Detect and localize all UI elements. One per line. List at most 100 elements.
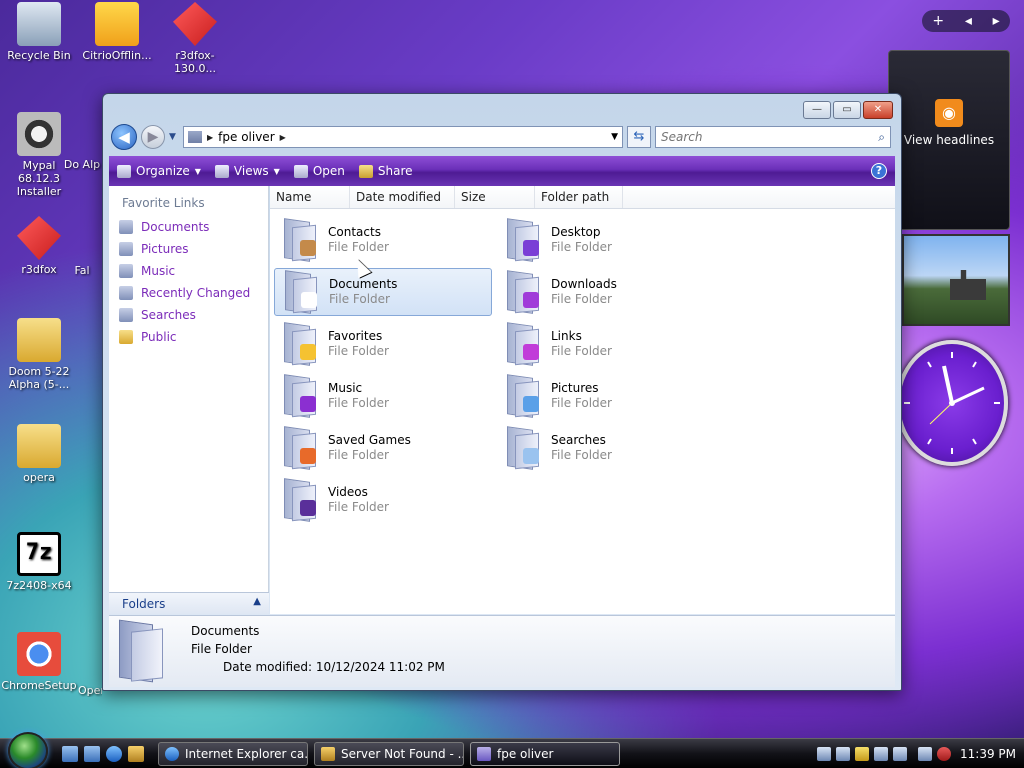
folder-icon	[280, 426, 320, 470]
folder-item-pictures[interactable]: Pictures File Folder	[497, 372, 715, 420]
favorite-links-header: Favorite Links	[122, 196, 205, 210]
desktop-icon-r3dfox-installer[interactable]: r3dfox-130.0...	[156, 2, 234, 75]
nav-link-recently-changed[interactable]: Recently Changed	[109, 282, 268, 304]
nav-link-searches[interactable]: Searches	[109, 304, 268, 326]
maximize-button[interactable]: ▭	[833, 101, 861, 119]
desktop-icon-partial-2[interactable]: Fal	[62, 264, 102, 277]
search-box[interactable]: ⌕	[655, 126, 891, 148]
next-gadget-button[interactable]: ▸	[993, 13, 1000, 29]
volume-icon[interactable]	[937, 746, 951, 761]
folder-icon	[503, 426, 543, 470]
details-pane: Documents File Folder Date modified: 10/…	[109, 615, 895, 687]
breadcrumb-fpe-oliver[interactable]: fpe oliver	[218, 130, 274, 144]
folder-item-favorites[interactable]: Favorites File Folder	[274, 320, 492, 368]
open-button[interactable]: Open	[293, 164, 345, 178]
desktop-icon-recycle-bin[interactable]: Recycle Bin	[0, 2, 78, 62]
tray-defender-icon[interactable]	[874, 746, 888, 761]
column-name[interactable]: Name	[270, 186, 350, 208]
feed-headlines-gadget[interactable]: ◉ View headlines	[888, 50, 1010, 230]
item-type: File Folder	[329, 292, 390, 306]
system-tray: 11:39 PM	[817, 746, 1016, 761]
folder-item-links[interactable]: Links File Folder	[497, 320, 715, 368]
share-button[interactable]: Share	[358, 164, 413, 178]
mypal-icon	[17, 112, 61, 156]
searches-icon	[119, 308, 133, 322]
recent-pages-dropdown[interactable]: ▼	[169, 132, 179, 142]
tray-update-icon[interactable]	[893, 746, 907, 761]
citrio-icon	[95, 2, 139, 46]
clock[interactable]: 11:39 PM	[960, 747, 1016, 761]
address-bar[interactable]: ▶ fpe oliver ▶ ▼	[183, 126, 623, 148]
desktop-icon-opera[interactable]: opera	[0, 424, 78, 484]
desktop-icon-citrio[interactable]: CitrioOfflin...	[78, 2, 156, 62]
folder-item-documents[interactable]: Documents File Folder	[274, 268, 492, 316]
folder-item-videos[interactable]: Videos File Folder	[274, 476, 492, 524]
explorer-window[interactable]: — ▭ ✕ ◀ ▶ ▼ ▶ fpe oliver ▶ ▼ ⇆ ⌕ Organiz…	[102, 93, 902, 691]
desktop-icon-7zip[interactable]: 7z 7z2408-x64	[0, 532, 78, 592]
search-input[interactable]	[661, 130, 879, 144]
views-button[interactable]: Views ▼	[214, 164, 280, 178]
network-icon[interactable]	[918, 746, 932, 761]
folder-item-music[interactable]: Music File Folder	[274, 372, 492, 420]
slideshow-gadget[interactable]	[902, 234, 1010, 326]
internet-explorer-icon	[165, 746, 179, 761]
search-icon[interactable]: ⌕	[878, 130, 885, 145]
task-server-not-found[interactable]: Server Not Found - ...	[314, 741, 464, 766]
chevron-right-icon[interactable]: ▶	[207, 133, 213, 142]
nav-link-pictures[interactable]: Pictures	[109, 238, 268, 260]
column-folder-path[interactable]: Folder path	[535, 186, 623, 208]
desktop-icon-partial-1[interactable]: Do Alp	[62, 158, 102, 171]
folder-icon	[281, 270, 321, 314]
task-internet-explorer[interactable]: Internet Explorer ca...	[158, 741, 308, 766]
item-type: File Folder	[551, 344, 612, 358]
minimize-button[interactable]: —	[803, 101, 831, 119]
refresh-button[interactable]: ⇆	[627, 126, 651, 148]
folder-item-desktop[interactable]: Desktop File Folder	[497, 216, 715, 264]
documents-icon	[119, 220, 133, 234]
previous-gadget-button[interactable]: ◂	[965, 13, 972, 29]
tray-app-icon[interactable]	[817, 746, 831, 761]
item-name: Searches	[551, 433, 606, 447]
folder-item-downloads[interactable]: Downloads File Folder	[497, 268, 715, 316]
desktop-icon-mypal[interactable]: Mypal 68.12.3 Installer	[0, 112, 78, 198]
help-button[interactable]: ?	[871, 163, 887, 179]
task-fpe-oliver[interactable]: fpe oliver	[470, 741, 620, 766]
forward-button[interactable]: ▶	[141, 125, 165, 149]
internet-explorer-icon[interactable]	[106, 745, 122, 762]
desktop-icon-doom[interactable]: Doom 5-22 Alpha (5-...	[0, 318, 78, 391]
nav-link-music[interactable]: Music	[109, 260, 268, 282]
column-date-modified[interactable]: Date modified	[350, 186, 455, 208]
clock-gadget[interactable]	[896, 340, 1010, 470]
folders-toggle[interactable]: Folders ▲	[109, 592, 269, 614]
taskbar: Internet Explorer ca... Server Not Found…	[0, 731, 1024, 768]
back-button[interactable]: ◀	[111, 124, 137, 150]
show-desktop-icon[interactable]	[62, 745, 78, 762]
browser-quicklaunch-icon[interactable]	[128, 745, 144, 762]
chevron-down-icon: ▼	[273, 166, 280, 176]
item-name: Contacts	[328, 225, 381, 239]
desktop-icon-operasetup[interactable]: OperaSetup	[78, 684, 102, 697]
folder-icon	[503, 270, 543, 314]
item-name: Desktop	[551, 225, 601, 239]
view-headlines-label[interactable]: View headlines	[889, 133, 1009, 147]
chevron-up-icon: ▲	[253, 596, 261, 607]
nav-link-public[interactable]: Public	[109, 326, 268, 348]
switch-windows-icon[interactable]	[84, 745, 100, 762]
security-shield-icon[interactable]	[855, 746, 869, 761]
tray-network-icon[interactable]	[836, 746, 850, 761]
folder-item-saved-games[interactable]: Saved Games File Folder	[274, 424, 492, 472]
chevron-right-icon[interactable]: ▶	[280, 133, 286, 142]
clock-hands	[904, 352, 1000, 454]
pictures-icon	[119, 242, 133, 256]
address-dropdown-icon[interactable]: ▼	[611, 132, 618, 142]
folder-item-searches[interactable]: Searches File Folder	[497, 424, 715, 472]
add-gadget-button[interactable]: +	[932, 13, 944, 29]
desktop-icon-chromesetup[interactable]: ChromeSetup	[0, 632, 78, 692]
nav-link-documents[interactable]: Documents	[109, 216, 268, 238]
folder-item-contacts[interactable]: Contacts File Folder	[274, 216, 492, 264]
column-size[interactable]: Size	[455, 186, 535, 208]
recycle-bin-icon	[17, 2, 61, 46]
close-button[interactable]: ✕	[863, 101, 893, 119]
organize-button[interactable]: Organize ▼	[117, 164, 201, 178]
start-button[interactable]	[8, 731, 48, 768]
